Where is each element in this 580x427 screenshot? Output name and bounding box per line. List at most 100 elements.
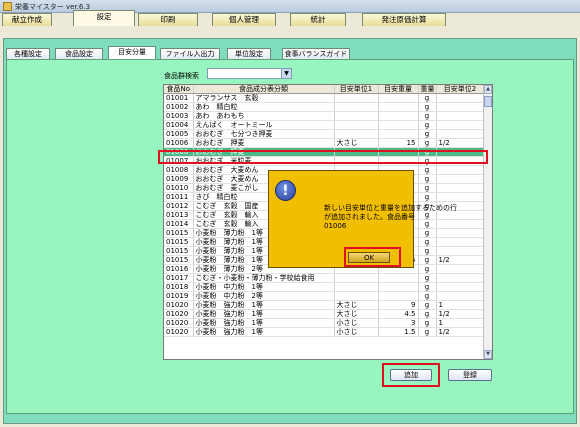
cell-unit1[interactable]: 大さじ <box>334 300 379 311</box>
cell-food-no[interactable]: 01018 <box>164 282 194 293</box>
cell-weight[interactable]: g <box>418 138 437 149</box>
cell-unit1[interactable] <box>334 102 379 113</box>
scroll-thumb[interactable] <box>484 96 492 107</box>
cell-unit2[interactable]: 1/2 <box>436 327 485 338</box>
table-row[interactable]: 01005 おおむぎ 七分つき押麦 g <box>164 129 485 140</box>
table-row[interactable]: 01017 こむぎ・小麦粉・薄力粉・学校給食用 g <box>164 273 485 284</box>
table-row[interactable]: 01018 小麦粉 中力粉 1等 g <box>164 282 485 293</box>
cell-unit2[interactable] <box>436 174 485 185</box>
cell-unit2[interactable] <box>436 93 485 104</box>
table-row[interactable]: 01020 小麦粉 強力粉 1等 大さじ 4.5 g 1/2 <box>164 309 485 320</box>
cell-food-no[interactable]: 01005 <box>164 129 194 140</box>
table-row[interactable]: 01002 あわ 精白粒 g <box>164 102 485 113</box>
main-tab-personal[interactable]: 個人管理 <box>212 13 276 26</box>
cell-weight[interactable]: g <box>418 111 437 122</box>
cell-food-no[interactable]: 01015 <box>164 237 194 248</box>
cell-food-no[interactable]: 01020 <box>164 327 194 338</box>
cell-category[interactable]: こむぎ・小麦粉・薄力粉・学校給食用 <box>193 273 335 284</box>
cell-food-no[interactable]: 01020 <box>164 318 194 329</box>
cell-unit2[interactable]: 1/2 <box>436 138 485 149</box>
table-row[interactable]: 01001 アマランサス 玄穀 g <box>164 93 485 104</box>
cell-food-no[interactable]: 01003 <box>164 111 194 122</box>
cell-category[interactable]: 小麦粉 強力粉 1等 <box>193 318 335 329</box>
cell-food-no[interactable]: 01009 <box>164 174 194 185</box>
cell-food-no[interactable]: 01002 <box>164 102 194 113</box>
cell-unit2[interactable] <box>436 273 485 284</box>
scroll-up-icon[interactable]: ▲ <box>484 85 492 94</box>
cell-weight[interactable]: g <box>418 120 437 131</box>
cell-weight[interactable]: g <box>418 174 437 185</box>
cell-portion-weight[interactable]: 3 <box>378 318 419 329</box>
cell-weight[interactable]: g <box>418 129 437 140</box>
cell-weight[interactable]: g <box>418 255 437 266</box>
table-row[interactable]: 01004 えんばく オートミール g <box>164 120 485 131</box>
cell-food-no[interactable]: 01015 <box>164 246 194 257</box>
cell-food-no[interactable]: 01001 <box>164 93 194 104</box>
main-tab-statistics[interactable]: 統計 <box>290 13 346 26</box>
cell-weight[interactable]: g <box>418 273 437 284</box>
cell-unit2[interactable] <box>436 282 485 293</box>
cell-portion-weight[interactable] <box>378 111 419 122</box>
cell-weight[interactable]: g <box>418 237 437 248</box>
cell-food-no[interactable]: 01004 <box>164 120 194 131</box>
cell-unit2[interactable] <box>436 264 485 275</box>
cell-food-no[interactable]: 01014 <box>164 219 194 230</box>
column-header-weight[interactable]: 重量 <box>418 85 437 95</box>
cell-unit1[interactable] <box>334 120 379 131</box>
table-row[interactable]: 01006 おおむぎ 押麦 大さじ 15 g 1/2 <box>164 138 485 149</box>
cell-weight[interactable]: g <box>418 183 437 194</box>
cell-unit1[interactable] <box>334 93 379 104</box>
column-header-unit1[interactable]: 目安単位1 <box>334 85 379 95</box>
cell-unit2[interactable] <box>436 183 485 194</box>
scroll-down-icon[interactable]: ▼ <box>484 350 492 359</box>
cell-unit1[interactable]: 大さじ <box>334 138 379 149</box>
main-tab-settings[interactable]: 設定 <box>73 10 135 26</box>
cell-category[interactable]: おおむぎ 七分つき押麦 <box>193 129 335 140</box>
cell-food-no[interactable]: 01010 <box>164 183 194 194</box>
cell-unit1[interactable] <box>334 129 379 140</box>
cell-food-no[interactable]: 01020 <box>164 309 194 320</box>
cell-weight[interactable]: g <box>418 246 437 257</box>
main-tab-menu[interactable]: 献立作成 <box>2 13 52 26</box>
cell-category[interactable]: あわ 精白粒 <box>193 102 335 113</box>
cell-weight[interactable]: g <box>418 327 437 338</box>
cell-portion-weight[interactable] <box>378 282 419 293</box>
cell-unit2[interactable] <box>436 192 485 203</box>
cell-food-no[interactable]: 01013 <box>164 210 194 221</box>
cell-unit2[interactable] <box>436 102 485 113</box>
cell-unit2[interactable]: 1 <box>436 300 485 311</box>
cell-category[interactable]: アマランサス 玄穀 <box>193 93 335 104</box>
cell-weight[interactable]: g <box>418 102 437 113</box>
cell-unit2[interactable]: 1/2 <box>436 255 485 266</box>
cell-category[interactable]: あわ あわもち <box>193 111 335 122</box>
cell-weight[interactable]: g <box>418 318 437 329</box>
table-row[interactable]: 01003 あわ あわもち g <box>164 111 485 122</box>
cell-unit1[interactable]: 大さじ <box>334 309 379 320</box>
cell-portion-weight[interactable] <box>378 102 419 113</box>
table-row[interactable]: 01020 小麦粉 強力粉 1等 大さじ 9 g 1 <box>164 300 485 311</box>
main-tab-print[interactable]: 印刷 <box>138 13 198 26</box>
cell-unit2[interactable] <box>436 165 485 176</box>
cell-food-no[interactable]: 01020 <box>164 300 194 311</box>
cell-food-no[interactable]: 01011 <box>164 192 194 203</box>
cell-portion-weight[interactable]: 15 <box>378 138 419 149</box>
cell-portion-weight[interactable]: 9 <box>378 300 419 311</box>
cell-weight[interactable]: g <box>418 264 437 275</box>
cell-unit1[interactable] <box>334 273 379 284</box>
cell-category[interactable]: おおむぎ 押麦 <box>193 138 335 149</box>
table-row[interactable]: 01020 小麦粉 強力粉 1等 小さじ 1.5 g 1/2 <box>164 327 485 338</box>
cell-category[interactable]: 小麦粉 強力粉 1等 <box>193 327 335 338</box>
cell-portion-weight[interactable] <box>378 93 419 104</box>
column-header-category[interactable]: 食品成分表分類 <box>193 85 335 95</box>
cell-food-no[interactable]: 01015 <box>164 255 194 266</box>
cell-weight[interactable]: g <box>418 192 437 203</box>
cell-category[interactable]: 小麦粉 中力粉 1等 <box>193 282 335 293</box>
column-header-portion-weight[interactable]: 目安重量 <box>378 85 419 95</box>
table-row[interactable]: 01019 小麦粉 中力粉 2等 g <box>164 291 485 302</box>
cell-unit2[interactable] <box>436 129 485 140</box>
cell-food-no[interactable]: 01017 <box>164 273 194 284</box>
cell-portion-weight[interactable] <box>378 129 419 140</box>
cell-unit2[interactable] <box>436 246 485 257</box>
cell-category[interactable]: えんばく オートミール <box>193 120 335 131</box>
column-header-unit2[interactable]: 目安単位2 <box>436 85 485 95</box>
